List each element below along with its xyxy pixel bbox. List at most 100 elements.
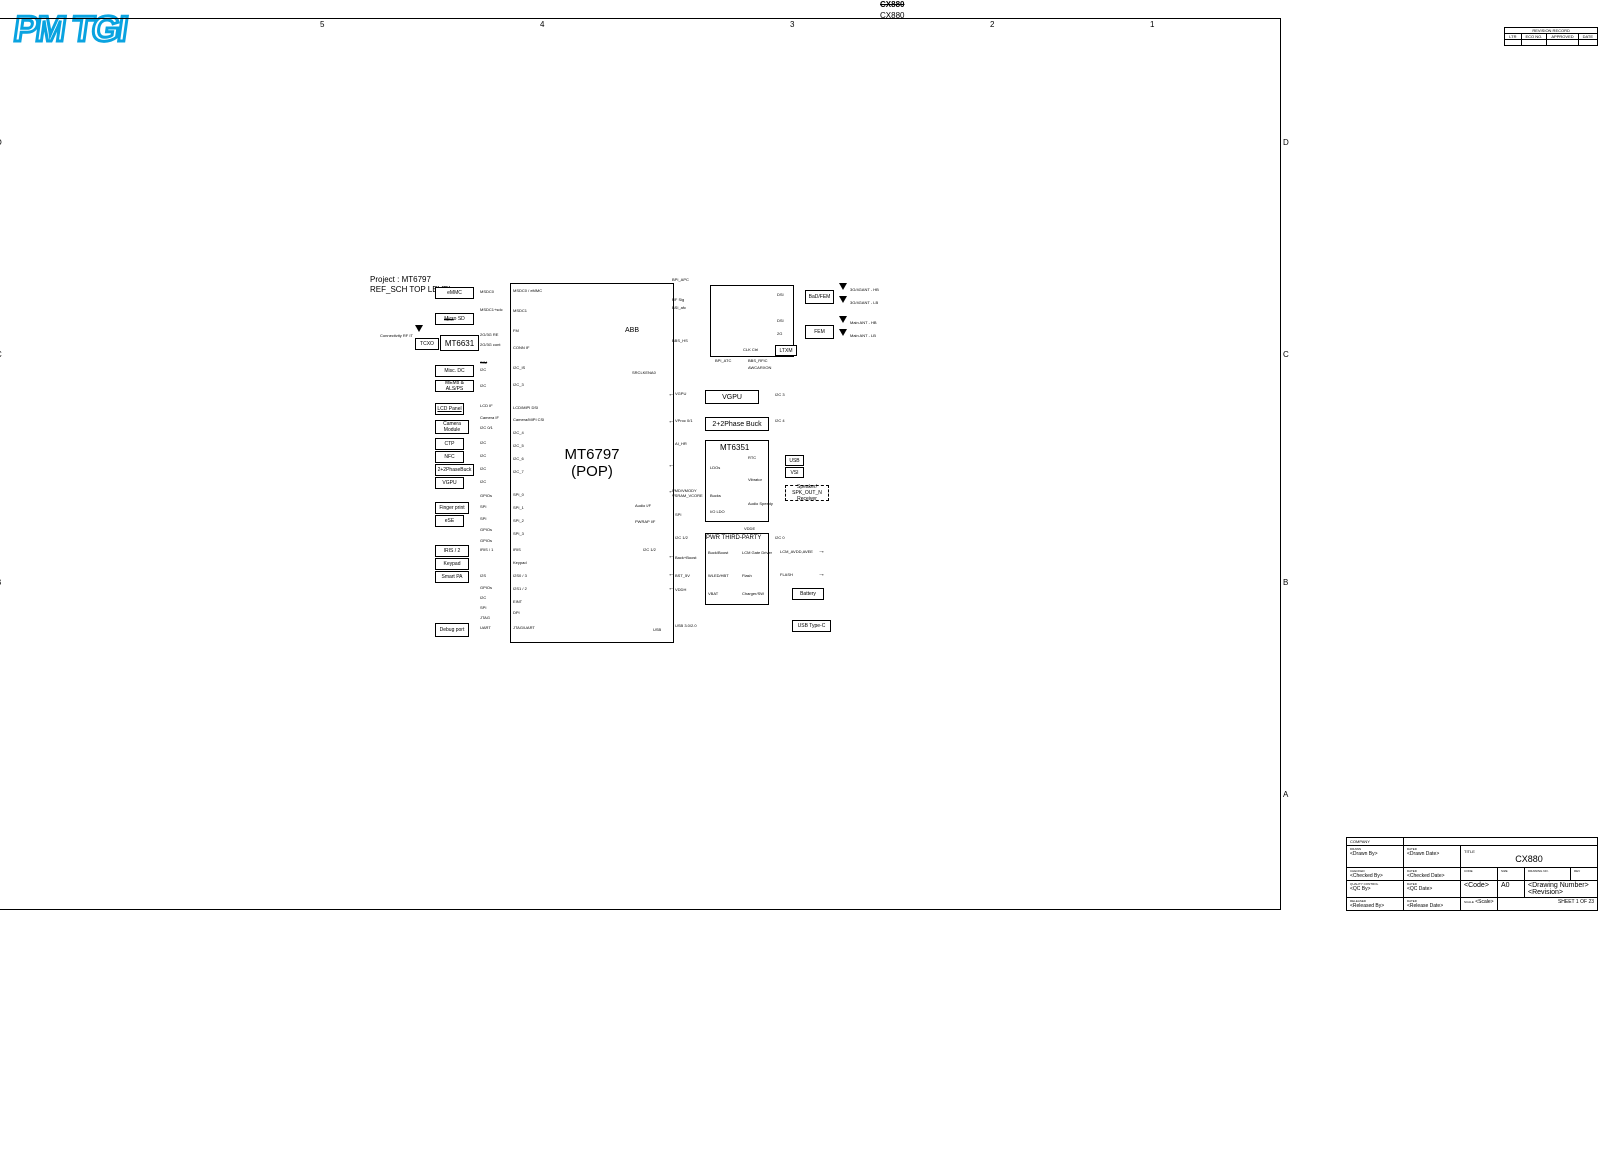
zone-col-3: 3 [790, 20, 794, 29]
rev-col-appr: APPROVED [1547, 34, 1578, 40]
lbl-connectivity: Connectivity RF IT [380, 333, 413, 338]
lbl-bbshs: BBS_HS [672, 338, 688, 343]
box-miscdc: Misc. DC [435, 365, 474, 377]
pin-i2c12: I2C 1/2 [643, 547, 656, 552]
lbl-vib: Vibrator [748, 477, 762, 482]
lbl-uart: UART [480, 625, 491, 630]
box-microsd: Micro SD [435, 313, 474, 325]
tb-dwg: <Drawing Number> [1528, 882, 1589, 889]
lbl-i3-ldo: I/O LDO [710, 509, 725, 514]
tb-qc: <QC By> [1350, 886, 1400, 892]
box-lcd: LCD Panel [435, 403, 464, 415]
box-22buck: 2+2Phase Buck [705, 417, 769, 431]
lbl-i2c-nfc: I2C [480, 453, 486, 458]
ant-icon-2 [839, 296, 847, 303]
pin-spi3: SPI_3 [513, 531, 524, 536]
pin-usb: USB [653, 627, 661, 632]
box-spkrcv: Speaker/ SPK_OUT_N Receiver [785, 485, 829, 501]
arrow-vgpu: ← [668, 391, 675, 398]
box-fem: FEM [805, 325, 834, 339]
lbl-rtc: RTC [748, 455, 756, 460]
lbl-bstvol: BST_5V [675, 573, 690, 578]
lbl-ant4: Main ANT - LB [850, 333, 876, 338]
revision-table: REVISION RECORD LTR ECO NO. APPROVED DAT… [1504, 27, 1598, 46]
zone-row-d-l: D [0, 138, 2, 147]
lbl-bpiapc: BPI_APC [672, 277, 689, 282]
tb-drawn: <Drawn By> [1350, 851, 1400, 857]
pin-audioif: Audio I/F [635, 503, 651, 508]
pin-jtaguart: JTAG/UART [513, 625, 535, 630]
zone-row-b-r: B [1283, 578, 1288, 587]
pin-lcd: LCD/MIPI DSI [513, 405, 538, 410]
tb-title: CX880 [1464, 854, 1594, 864]
pin-abb: ABB [625, 327, 639, 334]
pin-spi1: SPI_1 [513, 505, 524, 510]
lbl-iris1: IRIS / 1 [480, 547, 493, 552]
lbl-gpios4: GPIOs [480, 585, 492, 590]
arrow-lcmav: → [818, 548, 825, 555]
box-22phase: 2+2PhaseBuck [435, 464, 474, 476]
block-diagram: Project : MT6797 REF_SCH TOP LEVEL eMMC … [370, 275, 1070, 655]
lbl-ldos: LDOs [710, 465, 720, 470]
lbl-sdio: SDIO [444, 317, 454, 322]
lbl-vddh: VDDH [675, 587, 686, 592]
tb-qc-date: <QC Date> [1407, 886, 1457, 892]
lbl-bbsrfic: BBS_RFIC [748, 358, 768, 363]
box-debug: Debug port [435, 623, 469, 637]
antenna-icon [415, 325, 423, 332]
lbl-mt6351: MT6351 [720, 443, 749, 452]
lbl-dsi: DSI [777, 292, 784, 297]
pin-cam: Camera/MIPI CSI [513, 417, 544, 422]
pin-srclk: SRCLKENA0 [632, 370, 656, 375]
box-fingerprint: Finger print [435, 502, 469, 514]
zone-row-a-r: A [1283, 790, 1288, 799]
zone-row-d-r: D [1283, 138, 1289, 147]
tb-code: <Code> [1461, 881, 1498, 897]
lbl-spi-ese: SPI [480, 516, 486, 521]
lbl-gpios2: GPIOs [480, 527, 492, 532]
lbl-lcm: LCM Gate Driver [742, 550, 772, 555]
tb-of-lbl: OF [1580, 899, 1587, 905]
arrow-ldos: ← [668, 462, 675, 469]
pin-pwrap: PWRAP I/F [635, 519, 655, 524]
lbl-ai-hr: AI_HR [675, 441, 687, 446]
tb-checked: <Checked By> [1350, 873, 1400, 879]
pin-keypad: Keypad [513, 560, 527, 565]
lbl-msdc1sdc: MSDC1+sdc [480, 307, 503, 312]
arrow-bb: ← [668, 553, 675, 560]
lbl-spi-dbg: SPI [480, 605, 486, 610]
tb-size-lbl: SIZE [1501, 869, 1521, 873]
pin-dpi: DPI [513, 610, 520, 615]
box-usbc: USB Type-C [792, 620, 831, 632]
box-ese: eSE [435, 515, 464, 527]
pin-spi2: SPI_2 [513, 518, 524, 523]
box-ctp: CTP [435, 438, 464, 450]
pin-i2s12: I2S1 / 2 [513, 586, 527, 591]
zone-col-1: 1 [1150, 20, 1154, 29]
pin-spi0: SPI_0 [513, 492, 524, 497]
lbl-bpiatc: BPI_ATC [715, 358, 731, 363]
lbl-vbat: VBAT [708, 591, 718, 596]
lbl-clkctrl: CLK Ctrl [743, 347, 758, 352]
lbl-lcdif: LCD IF [480, 403, 493, 408]
tb-checked-date: <Checked Date> [1407, 873, 1457, 879]
pin-i2c6: I2C_6 [513, 456, 524, 461]
box-mt6797: MT6797 (POP) [510, 283, 674, 643]
pin-iris: IRIS [513, 547, 521, 552]
cpu-pop: (POP) [564, 463, 619, 480]
lbl-ant3: Main ANT - HB [850, 320, 877, 325]
pin-i2s03: I2S0 / 3 [513, 573, 527, 578]
pin-i2c5: I2C_5 [513, 443, 524, 448]
tb-sheet-lbl: SHEET [1558, 899, 1575, 905]
lbl-spi-r: SPI [675, 512, 681, 517]
lbl-flash2: FLASH [780, 572, 793, 577]
tb-code-lbl: CODE [1464, 869, 1494, 873]
box-tcxo: TCXO [415, 338, 439, 350]
lbl-lcmav: LCM_AVDD,AVEE [780, 549, 813, 554]
tb-rev: <Revision> [1528, 889, 1563, 896]
pin-eint: EINT [513, 599, 522, 604]
lbl-camif: Camera IF [480, 415, 499, 420]
box-badfem: BaD/FEM [805, 290, 834, 304]
lbl-rfsig: RF Sig [672, 297, 684, 302]
tb-released: <Released By> [1350, 903, 1400, 909]
